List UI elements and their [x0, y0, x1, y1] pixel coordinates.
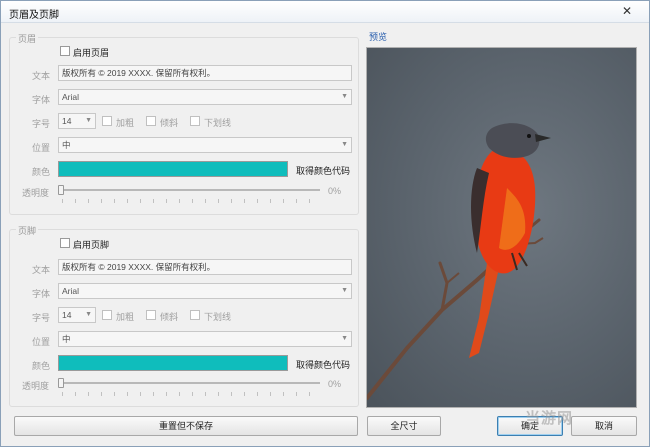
header-color-swatch[interactable] — [58, 161, 288, 177]
enable-header-label: 启用页眉 — [73, 48, 110, 58]
footer-font-select[interactable]: Arial ▼ — [58, 283, 352, 299]
header-font-select[interactable]: Arial ▼ — [58, 89, 352, 105]
header-italic-label: 倾斜 — [160, 118, 179, 128]
header-size-value: 14 — [62, 116, 72, 126]
enable-footer-checkbox[interactable] — [60, 238, 70, 248]
header-group-title: 页眉 — [16, 32, 39, 45]
chevron-down-icon: ▼ — [85, 117, 92, 124]
header-position-select[interactable]: 中 ▼ — [58, 137, 352, 153]
footer-bold-checkbox[interactable] — [102, 310, 112, 320]
header-color-label: 颜色 — [32, 167, 51, 177]
header-bold-checkbox[interactable] — [102, 116, 112, 126]
footer-underline-checkbox[interactable] — [190, 310, 200, 320]
footer-text-input[interactable]: 版权所有 © 2019 XXXX. 保留所有权利。 — [58, 259, 352, 275]
footer-get-color-button[interactable]: 取得颜色代码 — [296, 358, 350, 371]
header-size-select[interactable]: 14 ▼ — [58, 113, 96, 129]
header-font-label: 字体 — [32, 95, 51, 105]
header-underline-label: 下划线 — [204, 118, 232, 128]
footer-font-label: 字体 — [32, 289, 51, 299]
footer-color-swatch[interactable] — [58, 355, 288, 371]
header-opacity-label: 透明度 — [22, 188, 50, 198]
header-text-label: 文本 — [32, 71, 51, 81]
footer-italic-checkbox[interactable] — [146, 310, 156, 320]
footer-bold-label: 加粗 — [116, 312, 135, 322]
close-button[interactable]: ✕ — [611, 3, 643, 19]
footer-size-value: 14 — [62, 310, 72, 320]
header-opacity-track[interactable] — [62, 189, 320, 191]
enable-footer-label: 启用页脚 — [73, 240, 110, 250]
full-size-button[interactable]: 全尺寸 — [367, 416, 441, 436]
footer-position-select[interactable]: 中 ▼ — [58, 331, 352, 347]
header-opacity-ticks — [62, 199, 320, 203]
footer-opacity-ticks — [62, 392, 320, 396]
footer-size-select[interactable]: 14 ▼ — [58, 307, 96, 323]
title-bar: 页眉及页脚 ✕ — [1, 1, 649, 23]
header-get-color-button[interactable]: 取得颜色代码 — [296, 164, 350, 177]
chevron-down-icon: ▼ — [341, 93, 348, 100]
window-title: 页眉及页脚 — [9, 10, 59, 21]
header-position-value: 中 — [62, 140, 71, 150]
header-italic-checkbox[interactable] — [146, 116, 156, 126]
cancel-button[interactable]: 取消 — [571, 416, 637, 436]
footer-size-label: 字号 — [32, 313, 51, 323]
footer-font-value: Arial — [62, 286, 80, 296]
header-opacity-value: 0% — [328, 186, 342, 196]
footer-group: 页脚 启用页脚 文本 版权所有 © 2019 XXXX. 保留所有权利。 字体 … — [9, 224, 359, 407]
chevron-down-icon: ▼ — [341, 287, 348, 294]
footer-opacity-value: 0% — [328, 379, 342, 389]
bird-photo — [367, 123, 551, 400]
footer-italic-label: 倾斜 — [160, 312, 179, 322]
header-underline-checkbox[interactable] — [190, 116, 200, 126]
footer-color-label: 颜色 — [32, 361, 51, 371]
chevron-down-icon: ▼ — [341, 141, 348, 148]
enable-header-checkbox[interactable] — [60, 46, 70, 56]
header-group: 页眉 启用页眉 文本 版权所有 © 2019 XXXX. 保留所有权利。 字体 … — [9, 32, 359, 215]
header-size-label: 字号 — [32, 119, 51, 129]
footer-opacity-slider-thumb[interactable] — [58, 378, 64, 388]
footer-position-label: 位置 — [32, 337, 51, 347]
footer-opacity-track[interactable] — [62, 382, 320, 384]
chevron-down-icon: ▼ — [85, 311, 92, 318]
header-text-input[interactable]: 版权所有 © 2019 XXXX. 保留所有权利。 — [58, 65, 352, 81]
header-position-label: 位置 — [32, 143, 51, 153]
reset-button[interactable]: 重置但不保存 — [14, 416, 358, 436]
preview-image — [366, 47, 637, 408]
header-font-value: Arial — [62, 92, 80, 102]
preview-label: 预览 — [369, 32, 388, 42]
header-opacity-slider-thumb[interactable] — [58, 185, 64, 195]
footer-opacity-label: 透明度 — [22, 381, 50, 391]
chevron-down-icon: ▼ — [341, 335, 348, 342]
dialog-window: 页眉及页脚 ✕ 页眉 启用页眉 文本 版权所有 © 2019 XXXX. 保留所… — [0, 0, 650, 447]
header-bold-label: 加粗 — [116, 118, 135, 128]
footer-text-label: 文本 — [32, 265, 51, 275]
footer-underline-label: 下划线 — [204, 312, 232, 322]
watermark-logo: 当游网 — [525, 410, 574, 427]
footer-group-title: 页脚 — [16, 224, 39, 237]
footer-position-value: 中 — [62, 334, 71, 344]
